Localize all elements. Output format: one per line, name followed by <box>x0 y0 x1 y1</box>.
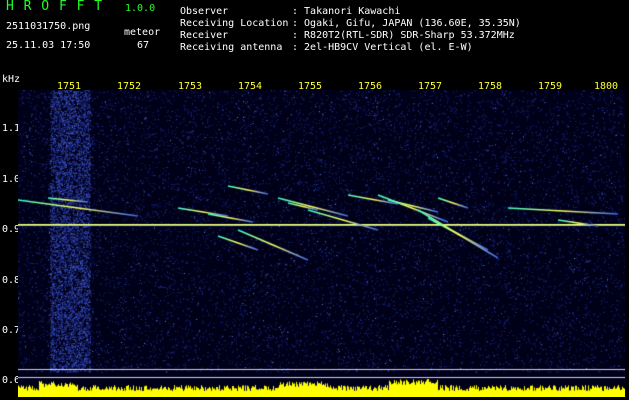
info-label-location: Receiving Location <box>180 18 289 29</box>
file-name: 2511031750.png <box>6 21 91 32</box>
info-value-location: : Ogaki, Gifu, JAPAN (136.60E, 35.35N) <box>292 18 521 29</box>
info-label-antenna: Receiving antenna <box>180 42 283 53</box>
app-title: H R O F F T <box>6 0 104 14</box>
app-version: 1.0.0 <box>125 3 156 14</box>
info-value-receiver: : R820T2(RTL-SDR) SDR-Sharp 53.372MHz <box>292 30 515 41</box>
info-label-observer: Observer <box>180 6 229 17</box>
spectrogram <box>18 90 625 397</box>
y-axis-label: kHz <box>2 74 21 85</box>
info-value-antenna: : 2el-HB9CV Vertical (el. E-W) <box>292 42 473 53</box>
info-value-observer: : Takanori Kawachi <box>292 6 401 17</box>
info-label-receiver: Receiver <box>180 30 229 41</box>
meteor-count: 67 <box>137 40 150 51</box>
meteor-label: meteor <box>124 27 161 38</box>
file-datetime: 25.11.03 17:50 <box>6 40 91 51</box>
